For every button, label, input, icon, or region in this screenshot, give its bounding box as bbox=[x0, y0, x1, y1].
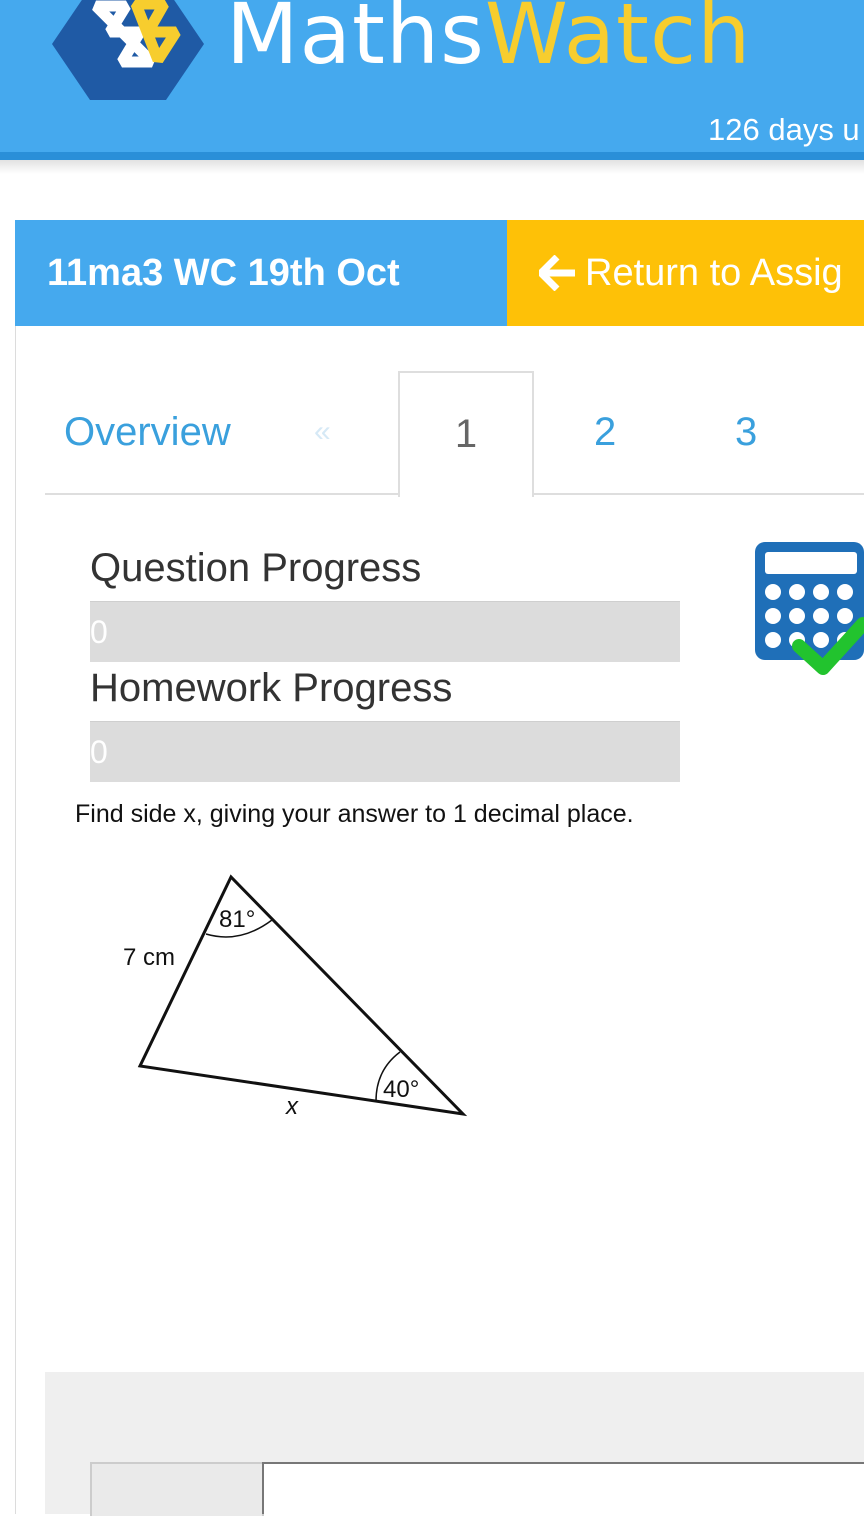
question-text: Find side x, giving your answer to 1 dec… bbox=[75, 800, 634, 828]
header-underline bbox=[0, 152, 864, 160]
header-shadow bbox=[0, 160, 864, 174]
days-remaining-text: 126 days u bbox=[708, 112, 860, 147]
side-label-7cm: 7 cm bbox=[123, 944, 176, 971]
tab-overview[interactable]: Overview bbox=[64, 400, 231, 464]
question-progress-value: 0 bbox=[90, 614, 108, 650]
answer-label-box bbox=[90, 1462, 264, 1516]
assignment-title: 11ma3 WC 19th Oct bbox=[47, 252, 400, 294]
return-button-label: Return to Assig bbox=[585, 252, 843, 294]
brand-part-watch: Watch bbox=[484, 0, 752, 83]
tab-previous[interactable]: « bbox=[314, 400, 331, 464]
tab-question-3[interactable]: 3 bbox=[735, 400, 757, 464]
homework-progress-bar: 0 bbox=[90, 721, 680, 782]
assignment-title-bar: 11ma3 WC 19th Oct bbox=[15, 220, 507, 326]
tab-question-1-label: 1 bbox=[454, 412, 478, 456]
brand-part-maths: Maths bbox=[226, 0, 485, 83]
homework-progress-value: 0 bbox=[90, 734, 108, 770]
angle-label-81: 81° bbox=[219, 906, 256, 933]
tab-question-1[interactable]: 1 bbox=[398, 371, 534, 497]
mathswatch-logo-icon bbox=[52, 0, 204, 100]
arrow-left-icon bbox=[539, 255, 575, 291]
answer-input[interactable] bbox=[262, 1462, 864, 1514]
return-to-assignments-button[interactable]: Return to Assig bbox=[507, 220, 864, 326]
brand-wordmark: MathsWatch bbox=[226, 0, 751, 84]
question-progress-label: Question Progress bbox=[90, 546, 422, 590]
triangle-diagram bbox=[137, 874, 468, 1117]
side-label-x: x bbox=[286, 1093, 298, 1120]
angle-label-40: 40° bbox=[383, 1076, 420, 1103]
tab-question-2[interactable]: 2 bbox=[594, 400, 616, 464]
top-header-bar: MathsWatch 126 days u bbox=[0, 0, 864, 152]
question-progress-bar: 0 bbox=[90, 601, 680, 662]
calculator-allowed-icon[interactable] bbox=[753, 540, 864, 680]
homework-progress-label: Homework Progress bbox=[90, 666, 453, 710]
